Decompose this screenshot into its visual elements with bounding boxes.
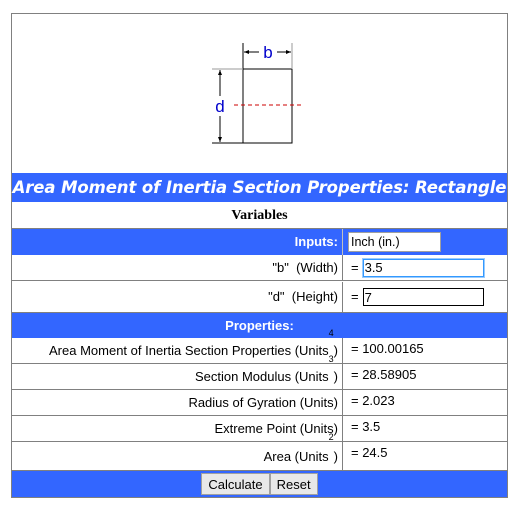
unit-select-wrapper: Inch (in.) ▼	[348, 232, 441, 252]
height-equals: =	[351, 289, 359, 304]
property-value: = 100.00165	[351, 341, 424, 356]
height-label: d	[215, 97, 224, 116]
reset-button[interactable]: Reset	[269, 473, 318, 495]
width-input[interactable]	[361, 257, 485, 278]
property-label: Area Moment of Inertia Section Propertie…	[12, 329, 343, 363]
unit-select[interactable]: Inch (in.)	[348, 232, 441, 252]
width-arrow-left	[244, 50, 249, 54]
inputs-label: Inputs:	[12, 229, 343, 255]
calculate-button[interactable]: Calculate	[201, 473, 270, 495]
property-row-radius-of-gyration: Radius of Gyration (Units) = 2.023	[12, 390, 507, 416]
height-input[interactable]	[362, 288, 484, 306]
width-equals: =	[351, 259, 359, 275]
height-input-row: "d" (Height) =	[12, 282, 507, 313]
properties-heading: Properties:	[12, 313, 507, 338]
property-row-extreme-point: Extreme Point (Units) = 3.5	[12, 416, 507, 442]
rectangle-shape	[242, 68, 293, 144]
property-row-section-modulus: Section Modulus (Units3) = 28.58905	[12, 355, 507, 390]
property-label: Extreme Point (Units)	[12, 416, 343, 441]
property-value: = 24.5	[351, 445, 388, 460]
variables-heading: Variables	[12, 202, 507, 229]
page-title: Area Moment of Inertia Section Propertie…	[12, 173, 507, 202]
button-row: Calculate Reset	[12, 471, 507, 497]
unit-select-cell: Inch (in.) ▼	[343, 229, 507, 255]
property-label: Radius of Gyration (Units)	[12, 390, 343, 415]
height-arrow-top	[218, 70, 222, 75]
calculator-frame: b d Area Moment of Inertia Section Prope…	[11, 13, 508, 498]
inputs-header-row: Inputs: Inch (in.) ▼	[12, 229, 507, 255]
width-input-label: "b" (Width)	[12, 255, 343, 280]
width-arrow-right	[286, 50, 291, 54]
width-label: b	[263, 43, 272, 62]
height-input-label: "d" (Height)	[12, 282, 343, 312]
property-label: Area (Units2)	[12, 433, 343, 470]
height-arrow-bottom	[218, 137, 222, 142]
property-row-area: Area (Units2) = 24.5	[12, 433, 507, 471]
rectangle-section-diagram: b d	[212, 43, 303, 144]
property-value: = 3.5	[351, 419, 381, 434]
property-value: = 28.58905	[351, 367, 417, 382]
property-value: = 2.023	[351, 393, 395, 408]
property-label: Section Modulus (Units3)	[12, 355, 343, 389]
width-input-row: "b" (Width) =	[12, 255, 507, 281]
property-row-moment-of-inertia: Area Moment of Inertia Section Propertie…	[12, 329, 507, 364]
